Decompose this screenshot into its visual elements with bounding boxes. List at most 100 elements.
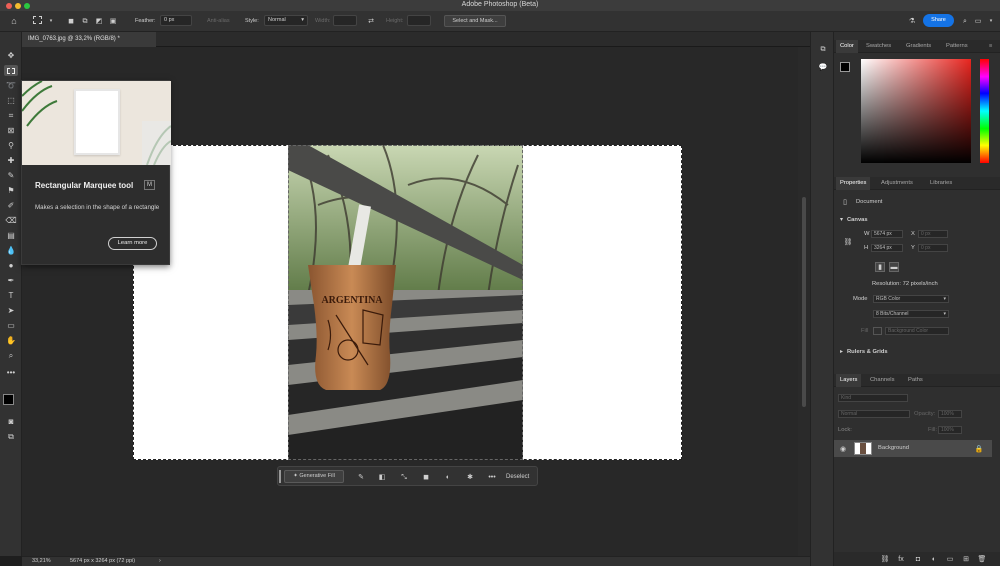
layer-style-icon[interactable]: fx [896, 554, 906, 564]
foreground-color-swatch[interactable] [840, 62, 850, 72]
document-tab[interactable]: IMG_0763.jpg @ 33,2% (RGB/8) * [22, 32, 156, 47]
learn-more-button[interactable]: Learn more [108, 237, 157, 250]
hand-tool-icon[interactable]: ✋ [4, 335, 18, 346]
vertical-scrollbar[interactable] [798, 47, 810, 556]
search-icon[interactable]: ⌕ [960, 16, 970, 26]
anti-alias-checkbox[interactable]: Anti-alias [207, 15, 230, 27]
flask-icon[interactable]: ⚗ [907, 16, 917, 26]
layer-row[interactable]: ◉ Background 🔒 [834, 440, 992, 457]
swap-dimensions-icon[interactable]: ⇄ [366, 16, 376, 26]
chevron-down-icon[interactable]: ▾ [986, 16, 996, 26]
chevron-down-icon[interactable]: ▾ [840, 217, 843, 223]
frame-tool-icon[interactable]: ⊠ [4, 125, 18, 136]
height-input[interactable] [407, 15, 431, 26]
eye-icon[interactable]: ◉ [838, 444, 848, 454]
canvas-height-input[interactable]: 3264 px [871, 244, 903, 252]
eyedropper-tool-icon[interactable]: ⚲ [4, 140, 18, 151]
tab-adjustments[interactable]: Adjustments [881, 177, 913, 190]
canvas-width-input[interactable]: 5674 px [871, 230, 903, 238]
portrait-orientation-icon[interactable]: ▮ [875, 262, 885, 272]
chevron-right-icon[interactable]: ▸ [840, 349, 843, 355]
lasso-tool-icon[interactable]: ➰ [4, 80, 18, 91]
add-to-selection-icon[interactable]: ⧉ [80, 16, 90, 26]
subtract-from-selection-icon[interactable]: ◩ [94, 16, 104, 26]
fill-color-swatch[interactable] [873, 327, 882, 335]
canvas-y-input[interactable]: 0 px [918, 244, 948, 252]
landscape-orientation-icon[interactable]: ▬ [889, 262, 899, 272]
deselect-button[interactable]: Deselect [506, 471, 529, 483]
fill-select[interactable]: Background Color [885, 327, 949, 335]
opacity-input[interactable]: 100% [938, 410, 962, 418]
tab-color[interactable]: Color [836, 40, 858, 53]
blur-tool-icon[interactable]: 💧 [4, 245, 18, 256]
gradient-tool-icon[interactable]: ▤ [4, 230, 18, 241]
color-mode-select[interactable]: RGB Color ▾ [873, 295, 949, 303]
layer-filter-input[interactable]: Kind [838, 394, 908, 402]
marquee-tool-preset-icon[interactable] [33, 16, 42, 24]
layer-name[interactable]: Background [878, 445, 909, 451]
healing-brush-tool-icon[interactable]: ✚ [4, 155, 18, 166]
mask-icon[interactable]: ◼ [421, 472, 431, 482]
more-options-icon[interactable]: ••• [487, 472, 497, 482]
dodge-tool-icon[interactable]: ● [4, 260, 18, 271]
new-selection-icon[interactable]: ◼ [66, 16, 76, 26]
feather-input[interactable]: 0 px [160, 15, 192, 26]
tab-patterns[interactable]: Patterns [946, 40, 968, 53]
tab-paths[interactable]: Paths [908, 374, 923, 387]
add-mask-icon[interactable]: ◘ [913, 554, 923, 564]
bit-depth-select[interactable]: 8 Bits/Channel ▾ [873, 310, 949, 318]
canvas-section-header[interactable]: Canvas [847, 217, 868, 223]
tab-layers[interactable]: Layers [836, 374, 862, 387]
chevron-down-icon[interactable]: ▾ [46, 16, 56, 26]
panel-menu-icon[interactable]: ≡ [989, 40, 992, 53]
tab-gradients[interactable]: Gradients [906, 40, 931, 53]
brush-selection-icon[interactable]: ✎ [356, 472, 366, 482]
pen-tool-icon[interactable]: ✒ [4, 275, 18, 286]
lock-icon[interactable]: 🔒 [974, 444, 984, 454]
zoom-level[interactable]: 33,21% [32, 557, 51, 566]
tab-libraries[interactable]: Libraries [930, 177, 952, 190]
tab-channels[interactable]: Channels [870, 374, 895, 387]
workspace-icon[interactable]: ▭ [973, 16, 983, 26]
screen-mode-icon[interactable]: ⧉ [4, 431, 18, 442]
scrollbar-thumb[interactable] [802, 197, 806, 407]
link-dimensions-icon[interactable]: ⛓ [843, 237, 853, 247]
drag-handle[interactable] [279, 470, 281, 483]
status-menu-arrow[interactable]: › [159, 557, 161, 566]
crop-tool-icon[interactable]: ⌗ [4, 110, 18, 121]
adjustment-icon[interactable]: ✱ [465, 472, 475, 482]
new-layer-icon[interactable]: ⊞ [961, 554, 971, 564]
history-brush-tool-icon[interactable]: ✐ [4, 200, 18, 211]
layer-fill-input[interactable]: 100% [938, 426, 962, 434]
path-selection-tool-icon[interactable]: ➤ [4, 305, 18, 316]
select-subject-icon[interactable]: ◧ [377, 472, 387, 482]
share-button[interactable]: Share [923, 14, 954, 27]
home-icon[interactable]: ⌂ [9, 16, 19, 26]
fill-selection-icon[interactable]: ◐ [443, 472, 453, 482]
type-tool-icon[interactable]: T [4, 290, 18, 301]
quick-mask-icon[interactable]: ◙ [4, 416, 18, 427]
clone-stamp-tool-icon[interactable]: ⚑ [4, 185, 18, 196]
eraser-tool-icon[interactable]: ⌫ [4, 215, 18, 226]
new-group-icon[interactable]: ▭ [945, 554, 955, 564]
link-layers-icon[interactable]: ⛓ [880, 554, 890, 564]
history-panel-icon[interactable]: ⧉ [818, 44, 828, 54]
trash-icon[interactable]: 🗑 [977, 554, 987, 564]
foreground-color-swatch[interactable] [3, 394, 14, 405]
zoom-tool-icon[interactable]: ⌕ [4, 350, 18, 361]
width-input[interactable] [333, 15, 357, 26]
color-picker-field[interactable] [861, 59, 971, 163]
rulers-grids-section-header[interactable]: Rulers & Grids [847, 349, 888, 355]
more-tools-icon[interactable]: ••• [4, 367, 18, 378]
select-and-mask-button[interactable]: Select and Mask... [444, 15, 506, 27]
rectangular-marquee-tool-icon[interactable] [4, 65, 18, 76]
canvas-x-input[interactable]: 0 px [918, 230, 948, 238]
intersect-selection-icon[interactable]: ▣ [108, 16, 118, 26]
brush-tool-icon[interactable]: ✎ [4, 170, 18, 181]
generative-fill-button[interactable]: ✦ Generative Fill [284, 470, 344, 483]
blend-mode-select[interactable]: Normal [838, 410, 910, 418]
move-tool-icon[interactable]: ✥ [4, 50, 18, 61]
adjustment-layer-icon[interactable]: ◐ [929, 554, 939, 564]
transform-selection-icon[interactable]: ⤡ [399, 472, 409, 482]
tab-properties[interactable]: Properties [836, 177, 871, 190]
